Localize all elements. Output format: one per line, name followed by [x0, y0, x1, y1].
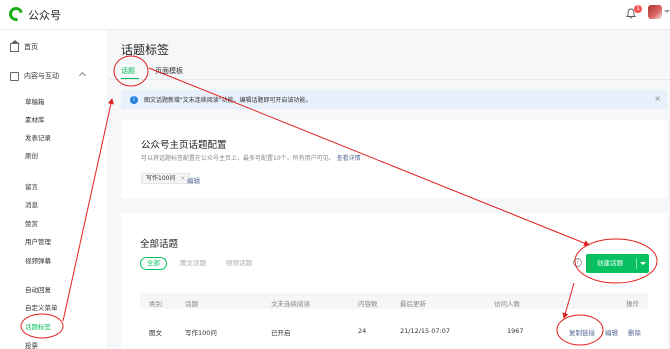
cell-count: 24 — [358, 327, 367, 335]
chevron-down-icon[interactable] — [640, 262, 646, 265]
column-continuous-reading: 文末连续阅读 — [271, 300, 310, 308]
notice-banner: i 图文话题新增"文末连续阅读"功能。编辑话题即可开启该功能。 × — [121, 90, 667, 109]
cell-last-updated: 21/12/15 07:07 — [400, 327, 450, 335]
sidebar-item-home[interactable]: 首页 — [10, 39, 38, 54]
chevron-up-icon — [78, 71, 87, 80]
edit-button[interactable]: 编辑 — [605, 327, 618, 337]
homepage-topic-config-card: 公众号主页话题配置 可以将话题标签配置在公众号主页上，最多可配置10个。所有用户… — [121, 120, 667, 198]
chevron-down-icon[interactable] — [664, 10, 670, 13]
create-topic-button[interactable]: 创建话题 — [586, 254, 649, 273]
document-icon — [10, 71, 19, 81]
wechat-logo-icon — [6, 4, 26, 24]
column-topic: 话题 — [185, 300, 198, 308]
sidebar-item-custom-menu[interactable]: 自定义菜单 — [25, 302, 58, 312]
sidebar: 首页 内容与互动 草稿箱 素材库 发表记录 原创 留言 消息 赞赏 用户管理 视… — [0, 30, 107, 349]
sidebar-item-messages[interactable]: 消息 — [25, 199, 38, 209]
sidebar-item-drafts[interactable]: 草稿箱 — [25, 96, 45, 106]
sidebar-item-vote[interactable]: 投票 — [25, 340, 38, 349]
top-bar: 公众号 1 — [0, 0, 670, 30]
filter-video-topics[interactable]: 视频话题 — [226, 257, 252, 270]
tabs-divider — [109, 79, 670, 80]
filter-all[interactable]: 全部 — [140, 257, 167, 270]
delete-button[interactable]: 删除 — [628, 327, 641, 337]
sidebar-item-comments[interactable]: 留言 — [25, 181, 38, 191]
sidebar-item-published[interactable]: 发表记录 — [25, 132, 51, 142]
notification-badge: 1 — [634, 5, 642, 13]
sidebar-item-assets[interactable]: 素材库 — [25, 114, 45, 124]
column-visitors: 访问人数 — [494, 300, 520, 308]
column-actions: 操作 — [626, 300, 639, 308]
cell-continuous-reading: 已开启 — [271, 329, 291, 337]
config-title: 公众号主页话题配置 — [141, 140, 227, 151]
sidebar-item-topic-tags[interactable]: 话题标签 — [25, 321, 51, 331]
cell-topic[interactable]: 写作100问 — [185, 327, 217, 337]
remove-chip-icon[interactable]: × — [180, 174, 185, 183]
table-header: 类别 话题 文末连续阅读 内容数 最后更新 访问人数 操作 — [140, 293, 648, 309]
config-description: 可以将话题标签配置在公众号主页上，最多可配置10个。所有用户可见。 查看详情 — [141, 155, 361, 162]
help-icon[interactable]: ? — [573, 258, 582, 267]
notice-text: 图文话题新增"文末连续阅读"功能。编辑话题即可开启该功能。 — [144, 97, 312, 104]
page-title: 话题标签 — [121, 43, 170, 57]
sidebar-group-content[interactable]: 内容与互动 — [10, 69, 100, 83]
filter-article-topics[interactable]: 图文话题 — [180, 257, 206, 270]
column-count: 内容数 — [358, 300, 378, 308]
sidebar-item-danmaku[interactable]: 视频弹幕 — [25, 255, 51, 265]
cell-visitors: 1967 — [507, 327, 524, 335]
topics-title: 全部话题 — [140, 239, 179, 250]
home-icon — [10, 39, 20, 52]
column-last-updated: 最后更新 — [400, 300, 426, 308]
sidebar-item-original[interactable]: 原创 — [25, 150, 38, 160]
sidebar-item-users[interactable]: 用户管理 — [25, 236, 51, 246]
column-type: 类别 — [149, 300, 162, 308]
tab-page-template[interactable]: 页面模板 — [155, 66, 183, 76]
sidebar-item-auto-reply[interactable]: 自动回复 — [25, 284, 51, 294]
app-title: 公众号 — [28, 9, 61, 22]
edit-config-link[interactable]: 编辑 — [187, 175, 200, 185]
info-icon: i — [130, 95, 138, 104]
avatar[interactable] — [648, 5, 662, 19]
tab-topics[interactable]: 话题 — [121, 66, 135, 76]
cell-type: 图文 — [149, 329, 162, 337]
sidebar-item-appreciation[interactable]: 赞赏 — [25, 218, 38, 228]
topic-chip: 写作100问 × — [141, 173, 191, 184]
view-details-link[interactable]: 查看详情 — [337, 155, 361, 162]
close-icon[interactable]: × — [654, 95, 661, 103]
copy-link-button[interactable]: 复制链接 — [569, 327, 595, 337]
